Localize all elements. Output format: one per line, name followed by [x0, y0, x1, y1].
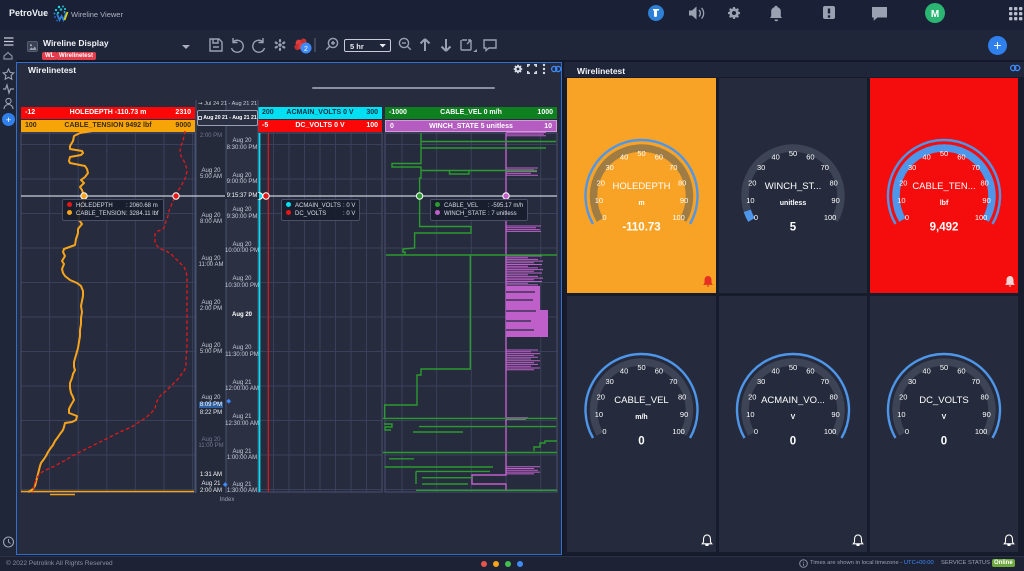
svg-text:100: 100 [975, 213, 988, 222]
svg-text:40: 40 [922, 367, 930, 376]
svg-text:30: 30 [606, 163, 614, 172]
svg-text:30: 30 [757, 377, 765, 386]
svg-text:80: 80 [981, 178, 989, 187]
svg-text:50: 50 [940, 149, 948, 158]
svg-text:60: 60 [957, 153, 965, 162]
svg-text:M: M [931, 9, 939, 20]
svg-text:40: 40 [620, 367, 628, 376]
svg-text:50: 50 [789, 363, 797, 372]
svg-text:80: 80 [830, 178, 838, 187]
svg-text:60: 60 [655, 153, 663, 162]
svg-text:80: 80 [678, 178, 686, 187]
svg-text:m/h: m/h [635, 414, 647, 421]
svg-text:90: 90 [680, 196, 688, 205]
svg-text:20: 20 [899, 392, 907, 401]
svg-text:70: 70 [972, 163, 980, 172]
svg-text:+: + [6, 115, 12, 126]
svg-text:50: 50 [940, 363, 948, 372]
svg-text:lbf: lbf [940, 200, 949, 207]
svg-text:60: 60 [806, 367, 814, 376]
svg-text:10: 10 [595, 196, 603, 205]
svg-text:10: 10 [897, 196, 905, 205]
svg-text:50: 50 [637, 149, 645, 158]
svg-text:90: 90 [831, 196, 839, 205]
svg-text:30: 30 [606, 377, 614, 386]
svg-text:90: 90 [982, 410, 990, 419]
svg-text:100: 100 [672, 213, 685, 222]
svg-text:70: 70 [972, 377, 980, 386]
svg-text:0: 0 [638, 436, 644, 448]
svg-text:20: 20 [899, 178, 907, 187]
svg-text:ACMAIN_VO...: ACMAIN_VO... [761, 395, 825, 406]
svg-text:90: 90 [982, 196, 990, 205]
svg-text:2: 2 [304, 46, 308, 53]
svg-text:0: 0 [754, 213, 758, 222]
svg-text:0: 0 [790, 436, 796, 448]
svg-text:HOLEDEPTH: HOLEDEPTH [612, 181, 670, 192]
svg-text:30: 30 [908, 377, 916, 386]
svg-text:0: 0 [941, 436, 947, 448]
svg-text:100: 100 [975, 427, 988, 436]
svg-text:50: 50 [637, 363, 645, 372]
svg-text:20: 20 [748, 178, 756, 187]
svg-text:70: 70 [669, 377, 677, 386]
svg-text:90: 90 [680, 410, 688, 419]
svg-text:0: 0 [905, 213, 909, 222]
svg-text:0: 0 [602, 213, 606, 222]
svg-text:0: 0 [905, 427, 909, 436]
svg-text:40: 40 [922, 153, 930, 162]
svg-text:100: 100 [824, 213, 837, 222]
svg-text:40: 40 [771, 153, 779, 162]
svg-text:m: m [638, 200, 644, 207]
svg-text:70: 70 [821, 163, 829, 172]
svg-text:50: 50 [789, 149, 797, 158]
svg-text:20: 20 [597, 392, 605, 401]
svg-text:100: 100 [824, 427, 837, 436]
svg-text:60: 60 [806, 153, 814, 162]
svg-text:70: 70 [669, 163, 677, 172]
svg-text:30: 30 [757, 163, 765, 172]
svg-text:0: 0 [602, 427, 606, 436]
svg-text:30: 30 [908, 163, 916, 172]
svg-text:40: 40 [620, 153, 628, 162]
svg-text:10: 10 [897, 410, 905, 419]
svg-text:V: V [791, 414, 796, 421]
svg-text:10: 10 [746, 410, 754, 419]
svg-text:80: 80 [830, 392, 838, 401]
svg-text:WINCH_ST...: WINCH_ST... [765, 181, 821, 192]
svg-text:20: 20 [748, 392, 756, 401]
svg-text:100: 100 [672, 427, 685, 436]
svg-text:80: 80 [678, 392, 686, 401]
svg-text:10: 10 [595, 410, 603, 419]
svg-text:0: 0 [754, 427, 758, 436]
svg-text:9,492: 9,492 [930, 222, 959, 234]
svg-text:unitless: unitless [780, 200, 807, 207]
svg-text:10: 10 [746, 196, 754, 205]
svg-text:80: 80 [981, 392, 989, 401]
svg-text:-110.73: -110.73 [622, 222, 660, 234]
svg-text:CABLE_VEL: CABLE_VEL [614, 395, 668, 406]
svg-text:60: 60 [655, 367, 663, 376]
svg-text:V: V [942, 414, 947, 421]
svg-text:5: 5 [790, 222, 797, 234]
svg-text:40: 40 [771, 367, 779, 376]
svg-text:CABLE_TEN...: CABLE_TEN... [912, 181, 975, 192]
svg-text:60: 60 [957, 367, 965, 376]
svg-text:70: 70 [821, 377, 829, 386]
svg-text:DC_VOLTS: DC_VOLTS [919, 395, 968, 406]
svg-text:90: 90 [831, 410, 839, 419]
svg-text:20: 20 [597, 178, 605, 187]
